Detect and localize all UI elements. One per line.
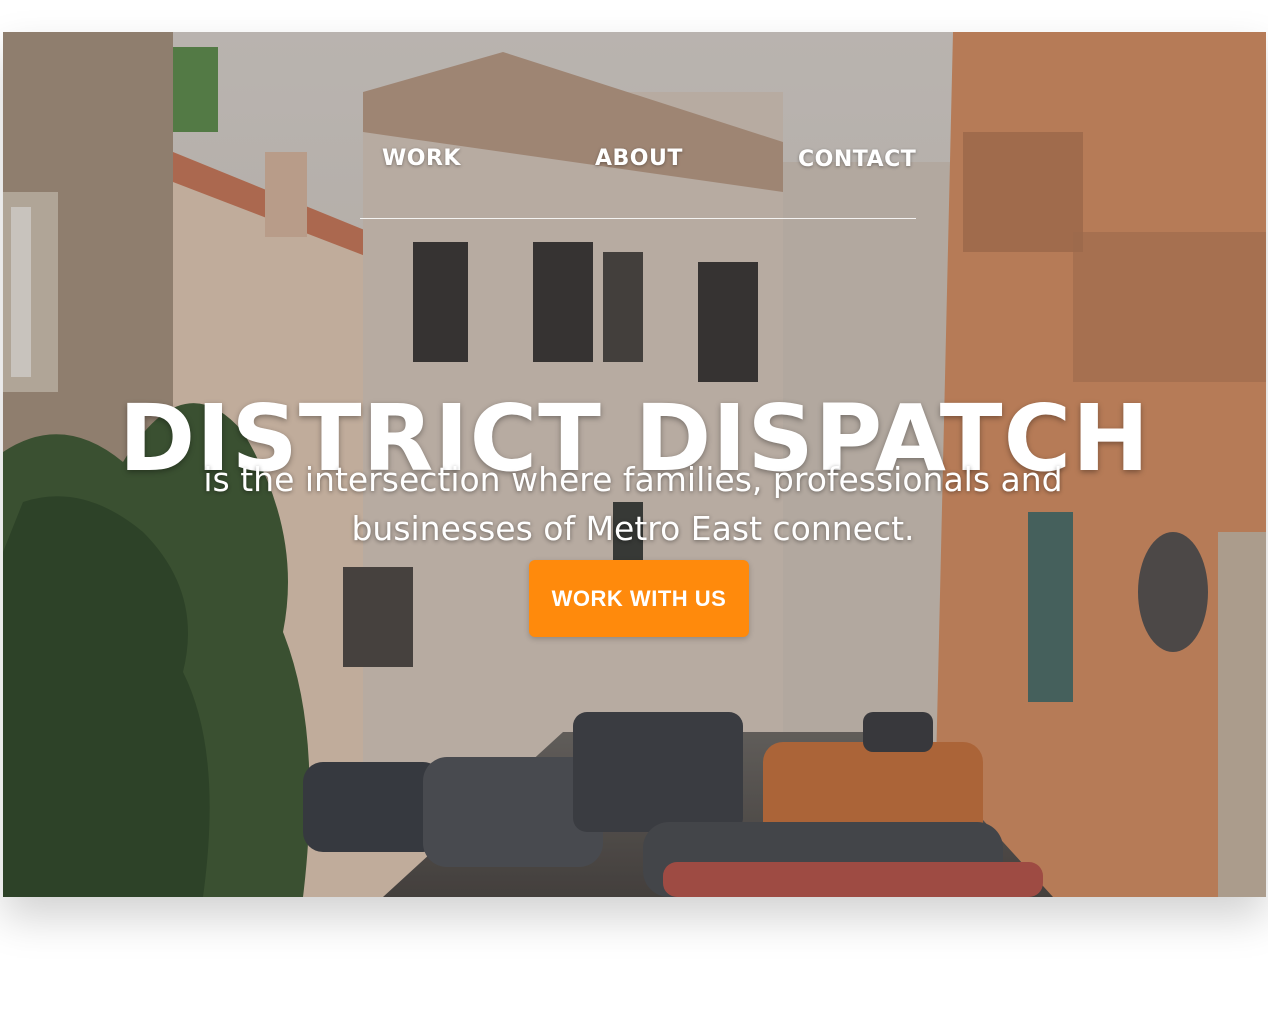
main-nav: WORK ABOUT CONTACT bbox=[360, 140, 916, 219]
nav-item-contact[interactable]: CONTACT bbox=[798, 147, 916, 172]
hero-section: WORK ABOUT CONTACT DISTRICT DISPATCH is … bbox=[3, 32, 1266, 897]
nav-item-work[interactable]: WORK bbox=[382, 146, 461, 171]
hero-subtitle: is the intersection where families, prof… bbox=[203, 460, 1063, 548]
work-with-us-button[interactable]: WORK WITH US bbox=[529, 560, 749, 637]
nav-item-about[interactable]: ABOUT bbox=[595, 146, 683, 171]
